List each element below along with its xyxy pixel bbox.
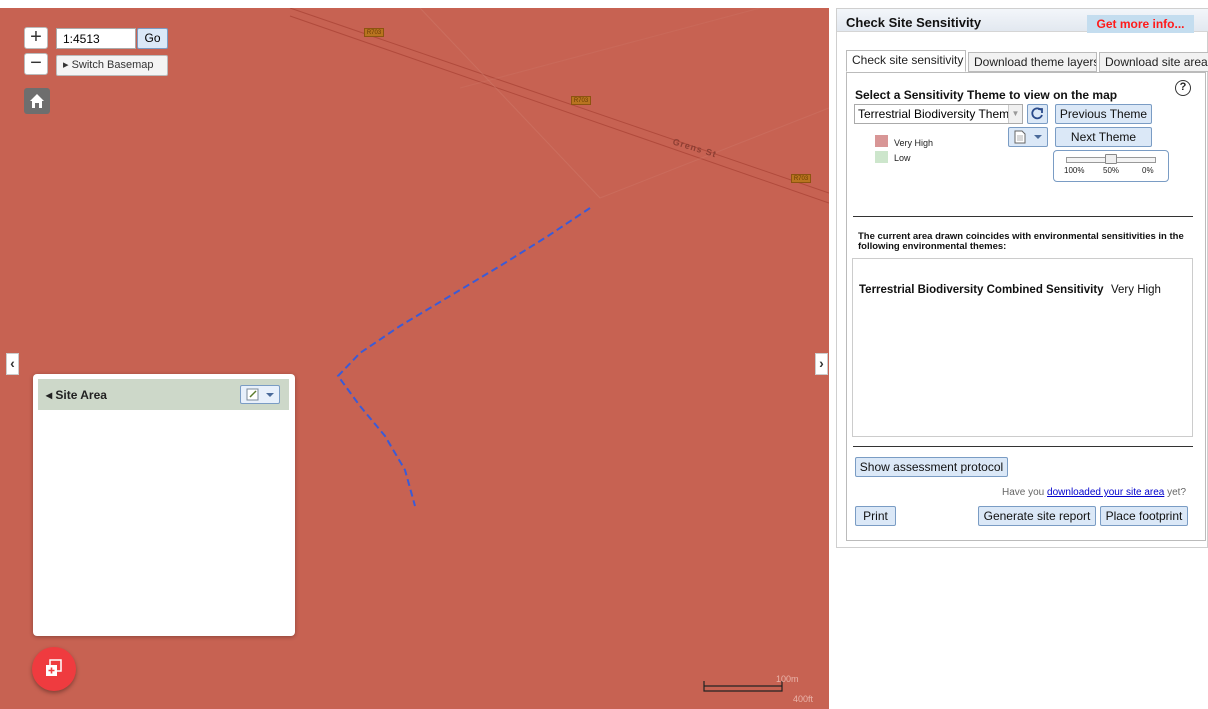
theme-select-value: Terrestrial Biodiversity Theme — [858, 107, 1016, 121]
site-area-outline — [336, 207, 591, 507]
home-icon — [30, 94, 44, 108]
previous-theme-button[interactable]: Previous Theme — [1055, 104, 1152, 124]
site-area-header[interactable]: ◂ Site Area — [38, 379, 289, 410]
legend-label-very-high: Very High — [894, 138, 934, 148]
tab-download-site-area[interactable]: Download site area — [1099, 52, 1208, 72]
edit-tool-icon — [246, 388, 274, 401]
refresh-icon — [1031, 107, 1043, 120]
divider — [853, 216, 1193, 217]
map-view[interactable]: R703 R703 R703 Grens St 100m 400ft + − G… — [0, 8, 829, 709]
scale-bottom-label: 400ft — [793, 694, 814, 704]
theme-select[interactable]: Terrestrial Biodiversity Theme ▼ — [854, 104, 1023, 124]
home-button[interactable] — [24, 88, 50, 114]
zoom-in-button[interactable]: + — [24, 27, 48, 49]
add-layer-button[interactable] — [32, 647, 76, 691]
refresh-button[interactable] — [1027, 104, 1048, 124]
site-area-panel: ◂ Site Area — [33, 374, 295, 636]
road-line — [289, 15, 829, 204]
download-note: Have you downloaded your site area yet? — [1002, 487, 1187, 498]
theme-heading: Select a Sensitivity Theme to view on th… — [855, 88, 1118, 102]
opacity-thumb[interactable] — [1105, 154, 1117, 164]
scale-top-label: 100m — [776, 674, 799, 684]
go-button[interactable]: Go — [137, 28, 168, 49]
result-sensitivity-level: Very High — [1111, 284, 1161, 296]
divider — [853, 446, 1193, 447]
get-more-info-button[interactable]: Get more info... — [1087, 15, 1194, 33]
place-footprint-button[interactable]: Place footprint — [1100, 506, 1188, 526]
switch-basemap-button[interactable]: ▸ Switch Basemap — [56, 55, 168, 76]
site-area-tool-dropdown[interactable] — [240, 385, 280, 404]
site-area-title: ◂ Site Area — [46, 388, 107, 402]
help-icon[interactable]: ? — [1175, 80, 1191, 96]
downloaded-site-area-link[interactable]: downloaded your site area — [1047, 487, 1164, 498]
result-theme-name: Terrestrial Biodiversity Combined Sensit… — [859, 284, 1104, 296]
document-dropdown-button[interactable] — [1008, 127, 1048, 147]
print-button[interactable]: Print — [855, 506, 896, 526]
tab-download-theme-layers[interactable]: Download theme layers — [968, 52, 1097, 72]
coincide-description: The current area drawn coincides with en… — [858, 231, 1184, 252]
zoom-out-button[interactable]: − — [24, 53, 48, 75]
collapse-left-arrow[interactable]: ‹ — [6, 353, 19, 375]
results-box: Terrestrial Biodiversity Combined Sensit… — [852, 258, 1193, 437]
opacity-label-100: 100% — [1064, 166, 1085, 175]
legend-label-low: Low — [894, 153, 911, 163]
document-icon — [1014, 130, 1042, 144]
road-shield: R703 — [571, 96, 591, 105]
show-assessment-protocol-button[interactable]: Show assessment protocol — [855, 457, 1008, 477]
scale-input[interactable] — [56, 28, 136, 49]
chevron-down-icon: ▼ — [1008, 105, 1022, 123]
panel-title: Check Site Sensitivity — [846, 15, 982, 30]
opacity-track[interactable] — [1066, 154, 1156, 164]
collapse-right-arrow[interactable]: › — [815, 353, 828, 375]
opacity-slider[interactable]: 100% 50% 0% — [1053, 150, 1169, 182]
road-shield: R703 — [791, 174, 811, 183]
legend-swatch-low — [875, 151, 888, 163]
generate-site-report-button[interactable]: Generate site report — [978, 506, 1096, 526]
opacity-label-50: 50% — [1103, 166, 1120, 175]
add-layer-icon — [46, 659, 62, 676]
opacity-label-0: 0% — [1142, 166, 1154, 175]
minor-road-line — [459, 8, 761, 89]
tab-check-site-sensitivity[interactable]: Check site sensitivity — [846, 50, 966, 72]
road-shield: R703 — [364, 28, 384, 37]
next-theme-button[interactable]: Next Theme — [1055, 127, 1152, 147]
legend-swatch-very-high — [875, 135, 888, 147]
